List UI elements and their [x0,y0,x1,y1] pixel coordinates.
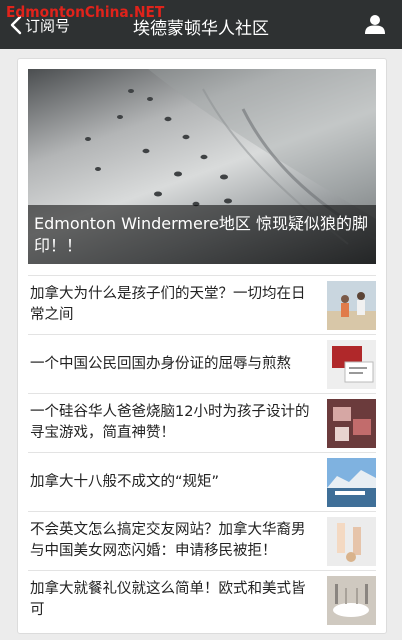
nav-bar: 订阅号 埃德蒙顿华人社区 EdmontonChina.NET [0,0,402,49]
watermark-text: EdmontonChina.NET [6,3,165,21]
article-card: Edmonton Windermere地区 惊现疑似狼的脚印！！ 加拿大为什么是… [17,58,387,634]
list-item[interactable]: 不会英文怎么搞定交友网站？加拿大华裔男与中国美女网恋闪婚：申请移民被拒！ [28,511,376,570]
list-item[interactable]: 一个中国公民回国办身份证的屈辱与煎熬 [28,334,376,393]
list-item[interactable]: 一个硅谷华人爸爸烧脑12小时为孩子设计的寻宝游戏，简直神赞！ [28,393,376,452]
article-title: 加拿大就餐礼仪就这么简单！欧式和美式皆可 [30,581,306,618]
article-thumbnail [327,517,376,566]
list-item[interactable]: 加拿大为什么是孩子们的天堂？一切均在日常之间 [28,275,376,334]
article-thumbnail [327,340,376,389]
article-title: 一个中国公民回国办身份证的屈辱与煎熬 [30,355,291,372]
list-item[interactable]: 加拿大十八般不成文的“规矩” [28,452,376,511]
hero-title: Edmonton Windermere地区 惊现疑似狼的脚印！！ [28,205,376,264]
user-icon[interactable] [364,13,386,35]
hero-article[interactable]: Edmonton Windermere地区 惊现疑似狼的脚印！！ [28,69,376,264]
article-thumbnail [327,281,376,330]
article-thumbnail [327,458,376,507]
article-title: 加拿大十八般不成文的“规矩” [30,473,220,490]
article-title: 不会英文怎么搞定交友网站？加拿大华裔男与中国美女网恋闪婚：申请移民被拒！ [30,522,306,559]
article-thumbnail [327,576,376,625]
article-title: 一个硅谷华人爸爸烧脑12小时为孩子设计的寻宝游戏，简直神赞！ [30,404,310,441]
list-item[interactable]: 加拿大就餐礼仪就这么简单！欧式和美式皆可 [28,570,376,629]
article-thumbnail [327,399,376,448]
article-title: 加拿大为什么是孩子们的天堂？一切均在日常之间 [30,286,306,323]
